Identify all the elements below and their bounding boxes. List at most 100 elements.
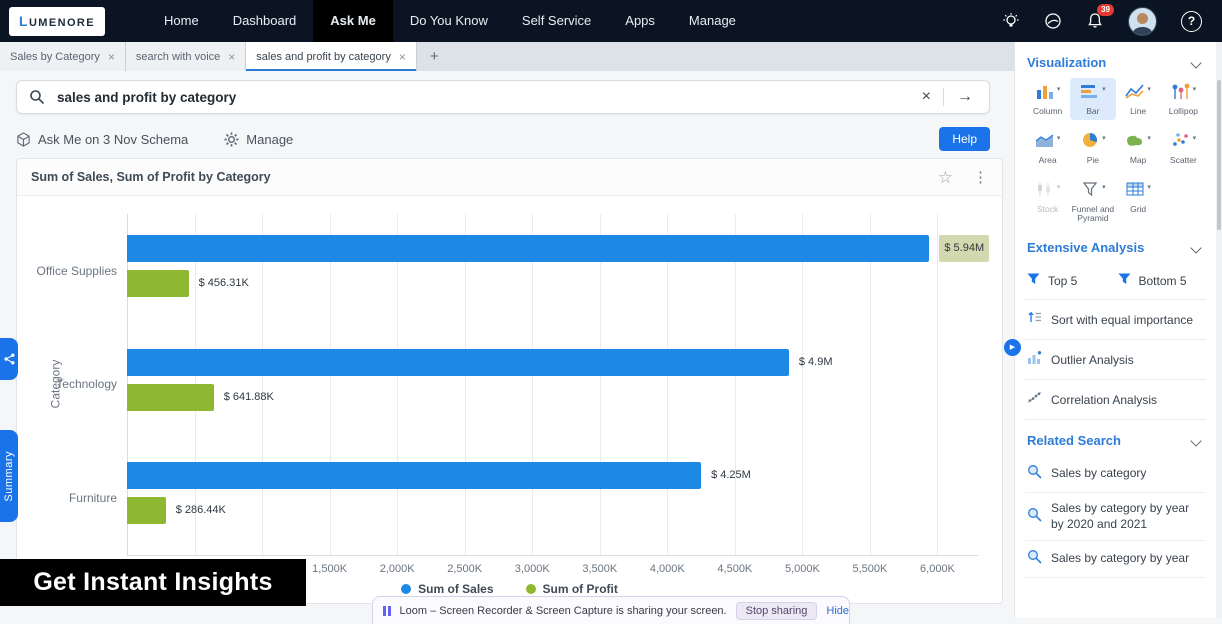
viz-scatter[interactable]: ▾Scatter — [1161, 127, 1206, 169]
viz-map[interactable]: ▾ Map — [1116, 127, 1161, 169]
legend-item[interactable]: Sum of Sales — [401, 582, 493, 596]
schema-selector[interactable]: Ask Me on 3 Nov Schema — [16, 132, 188, 147]
caret-down-icon: ▾ — [1057, 85, 1061, 93]
logo-text: LUMENORE — [19, 13, 95, 29]
help-button[interactable]: Help — [939, 127, 990, 151]
search-icon — [29, 89, 45, 105]
page-scrollbar[interactable] — [1216, 42, 1222, 618]
nav-dashboard[interactable]: Dashboard — [216, 0, 314, 42]
search-bar: × → — [16, 80, 990, 114]
share-tab[interactable] — [0, 338, 18, 380]
logo[interactable]: LUMENORE — [9, 7, 105, 36]
new-tab-button[interactable]: + — [417, 42, 452, 71]
viz-area[interactable]: ▾Area — [1025, 127, 1070, 169]
chevron-down-icon — [1190, 242, 1201, 253]
visualization-header[interactable]: Visualization — [1025, 42, 1206, 78]
submit-search-icon[interactable]: → — [944, 88, 977, 106]
related-sales-by-category-by-year[interactable]: Sales by category by year — [1025, 541, 1206, 578]
analysis-sort-with-equal-importance[interactable]: Sort with equal importance — [1025, 300, 1206, 340]
sum-of-sales-bar[interactable] — [127, 235, 929, 262]
analysis-correlation-analysis[interactable]: Correlation Analysis — [1025, 380, 1206, 420]
topbar: LUMENORE HomeDashboardAsk MeDo You KnowS… — [0, 0, 1222, 42]
viz-icon-row: ▾ — [1035, 181, 1061, 202]
outlier-icon — [1027, 350, 1042, 369]
nav-ask-me[interactable]: Ask Me — [313, 0, 393, 42]
related-search-header[interactable]: Related Search — [1025, 420, 1206, 456]
funnel-chart-icon — [1080, 181, 1100, 202]
viz-lollipop[interactable]: ▾Lollipop — [1161, 78, 1206, 120]
favorite-icon[interactable]: ☆ — [938, 169, 953, 186]
scrollbar-thumb[interactable] — [1217, 80, 1221, 230]
viz-label: Map — [1130, 156, 1147, 166]
funnel-filter-icon — [1118, 272, 1131, 290]
nav-home[interactable]: Home — [147, 0, 216, 42]
value-label: $ 286.44K — [176, 497, 226, 524]
sum-of-profit-bar[interactable] — [127, 497, 166, 524]
search-suggestion-icon — [1027, 464, 1042, 484]
globe-icon[interactable] — [1044, 12, 1062, 30]
related-label: Sales by category — [1051, 466, 1146, 482]
analysis-outlier-analysis[interactable]: Outlier Analysis — [1025, 340, 1206, 380]
more-options-icon[interactable]: ⋮ — [973, 170, 988, 185]
sum-of-profit-bar[interactable] — [127, 270, 189, 297]
related-sales-by-category[interactable]: Sales by category — [1025, 456, 1206, 493]
sum-of-sales-bar[interactable] — [127, 462, 701, 489]
idea-icon[interactable] — [1002, 12, 1020, 30]
schema-label: Ask Me on 3 Nov Schema — [38, 132, 188, 147]
hide-button[interactable]: Hide — [826, 605, 849, 617]
viz-bar[interactable]: ▾Bar — [1070, 78, 1115, 120]
legend-dot-icon — [401, 584, 411, 594]
pause-icon — [383, 606, 391, 616]
chevron-down-icon — [1190, 435, 1201, 446]
avatar[interactable] — [1128, 7, 1157, 36]
close-tab-icon[interactable]: × — [228, 50, 235, 64]
viz-label: Scatter — [1170, 156, 1197, 166]
tab-sales-and-profit-by-category[interactable]: sales and profit by category× — [246, 42, 417, 71]
viz-icon-row: ▾ — [1035, 83, 1061, 104]
related-search-list: Sales by category Sales by category by ye… — [1025, 456, 1206, 578]
chart-gridline — [870, 214, 871, 555]
nav-do-you-know[interactable]: Do You Know — [393, 0, 505, 42]
loom-sharing-bar: Loom – Screen Recorder & Screen Capture … — [372, 596, 850, 624]
nav-apps[interactable]: Apps — [608, 0, 672, 42]
summary-tab-label: Summary — [3, 451, 15, 502]
legend-item[interactable]: Sum of Profit — [526, 582, 618, 596]
filter-bottom-5[interactable]: Bottom 5 — [1116, 263, 1207, 299]
related-search-title: Related Search — [1027, 433, 1121, 448]
viz-stock[interactable]: ▾Stock — [1025, 176, 1070, 228]
filter-top-5[interactable]: Top 5 — [1025, 263, 1116, 299]
sum-of-sales-bar[interactable] — [127, 349, 789, 376]
category-label: Office Supplies — [17, 214, 117, 328]
sum-of-profit-bar[interactable] — [127, 384, 214, 411]
tab-sales-by-category[interactable]: Sales by Category× — [0, 42, 126, 71]
stock-chart-icon — [1035, 181, 1055, 202]
close-tab-icon[interactable]: × — [108, 50, 115, 64]
nav-self-service[interactable]: Self Service — [505, 0, 608, 42]
loom-message: Loom – Screen Recorder & Screen Capture … — [400, 605, 727, 617]
viz-grid[interactable]: ▾Grid — [1116, 176, 1161, 228]
notifications-icon[interactable]: 39 — [1086, 12, 1104, 30]
related-sales-by-category-by-year-by-2020-and-2021[interactable]: Sales by category by year by 2020 and 20… — [1025, 493, 1206, 541]
viz-line[interactable]: ▾Line — [1116, 78, 1161, 120]
sidebar-expander-button[interactable]: ▶ — [1004, 339, 1021, 356]
help-icon[interactable]: ? — [1181, 11, 1202, 32]
caret-down-icon: ▾ — [1147, 134, 1151, 142]
caret-down-icon: ▾ — [1102, 85, 1106, 93]
viz-label: Pie — [1087, 156, 1099, 166]
stop-sharing-button[interactable]: Stop sharing — [736, 602, 818, 620]
extensive-analysis-header[interactable]: Extensive Analysis — [1025, 227, 1206, 263]
viz-funnel-and-pyramid[interactable]: ▾Funnel and Pyramid — [1070, 176, 1115, 228]
caret-down-icon: ▾ — [1057, 134, 1061, 142]
manage-button[interactable]: Manage — [224, 132, 293, 147]
viz-column[interactable]: ▾Column — [1025, 78, 1070, 120]
search-input[interactable] — [55, 89, 910, 106]
schema-cube-icon — [16, 132, 31, 147]
close-tab-icon[interactable]: × — [399, 50, 406, 64]
tab-search-with-voice[interactable]: search with voice× — [126, 42, 246, 71]
clear-search-icon[interactable]: × — [910, 88, 943, 106]
viz-pie[interactable]: ▾Pie — [1070, 127, 1115, 169]
nav-manage[interactable]: Manage — [672, 0, 753, 42]
summary-tab[interactable]: Summary — [0, 430, 18, 522]
play-icon: ▶ — [1010, 344, 1015, 351]
viz-icon-row: ▾ — [1080, 83, 1106, 104]
